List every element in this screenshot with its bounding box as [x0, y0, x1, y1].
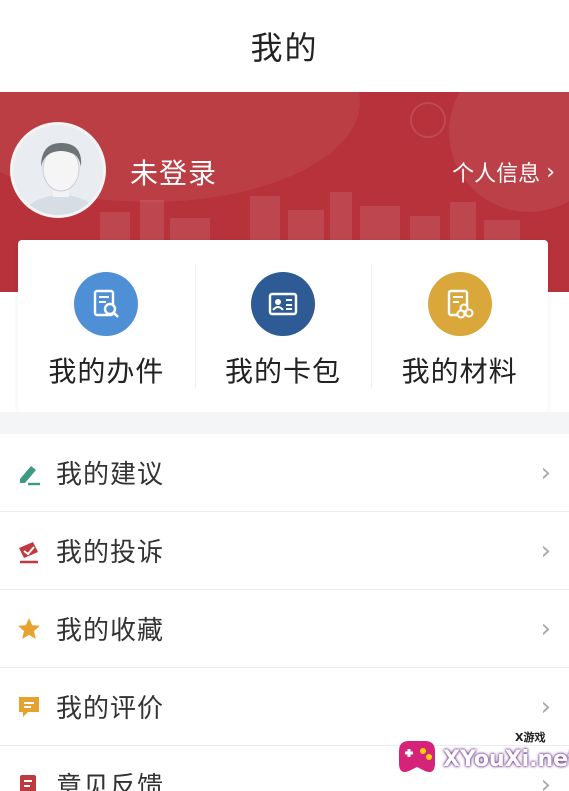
menu-item-label: 我的建议: [56, 460, 165, 490]
quick-action-my-materials[interactable]: 我的材料: [371, 240, 548, 412]
chevron-right-icon: ›: [540, 457, 551, 488]
quick-actions-card: 我的办件 我的卡包 我的材料: [18, 240, 548, 412]
document-search-icon: [74, 272, 139, 336]
feedback-icon: [16, 772, 42, 791]
complaint-icon: [16, 538, 42, 564]
city-skyline-decoration: [100, 192, 520, 242]
login-status[interactable]: 未登录: [130, 152, 217, 192]
quick-action-label: 我的卡包: [225, 355, 342, 388]
site-watermark: X游戏 XYouXi.net: [391, 729, 569, 785]
watermark-logo-text: XYouXi.net: [443, 747, 569, 772]
comment-icon: [16, 694, 42, 720]
quick-action-my-cases[interactable]: 我的办件: [18, 240, 195, 412]
section-divider: [0, 412, 569, 434]
chevron-right-icon: ›: [540, 613, 551, 644]
quick-action-my-wallet[interactable]: 我的卡包: [194, 240, 372, 412]
avatar[interactable]: [10, 122, 106, 218]
star-icon: [16, 616, 42, 642]
pencil-icon: [16, 460, 42, 486]
materials-icon: [427, 272, 492, 336]
gamepad-logo-icon: [399, 741, 435, 772]
menu-item-label: 我的收藏: [56, 616, 165, 646]
chevron-right-icon: ›: [540, 535, 551, 566]
personal-info-link[interactable]: 个人信息 ›: [452, 156, 555, 188]
quick-action-label: 我的办件: [48, 355, 165, 388]
menu-item-my-favorites[interactable]: 我的收藏 ›: [0, 590, 569, 668]
page-title: 我的: [250, 29, 319, 67]
menu-item-label: 意见反馈: [56, 772, 165, 791]
watermark-tagline: X游戏: [515, 731, 546, 744]
top-bar: 我的: [0, 0, 569, 92]
personal-info-label: 个人信息: [452, 162, 541, 187]
chevron-right-icon: ›: [546, 159, 555, 185]
menu-item-my-suggestions[interactable]: 我的建议 ›: [0, 434, 569, 512]
menu-item-label: 我的投诉: [56, 538, 165, 568]
chevron-right-icon: ›: [540, 691, 551, 722]
quick-action-label: 我的材料: [401, 355, 518, 388]
menu-item-my-complaints[interactable]: 我的投诉 ›: [0, 512, 569, 590]
id-card-icon: [251, 272, 315, 336]
menu-item-label: 我的评价: [56, 694, 165, 724]
